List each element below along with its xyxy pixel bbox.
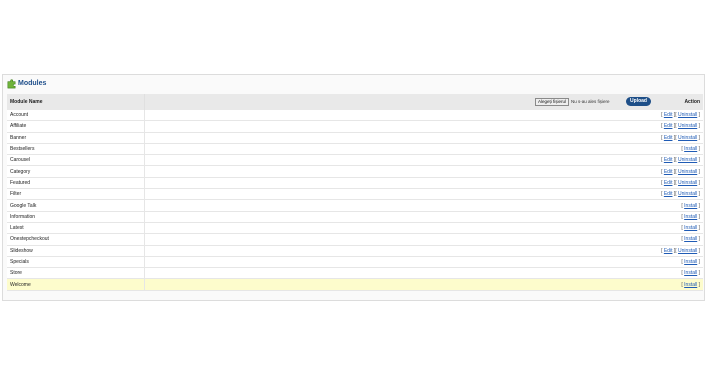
table-row: Banner [ Edit ][ Uninstall ] <box>7 132 703 144</box>
modules-table: Module Name Alegeți fișierul Nu s-au ale… <box>7 94 703 291</box>
module-actions: [ Install ] <box>648 222 703 235</box>
row-spacer <box>144 233 648 246</box>
module-name: Google Talk <box>7 199 145 212</box>
module-actions: [ Install ] <box>648 267 703 280</box>
file-upload-control: Alegeți fișierul Nu s-au ales fișiere <box>535 98 610 106</box>
module-actions: [ Edit ][ Uninstall ] <box>648 154 703 167</box>
install-link[interactable]: Install <box>684 259 697 265</box>
module-name: Onestepcheckout <box>7 233 145 246</box>
table-row: Featured [ Edit ][ Uninstall ] <box>7 177 703 190</box>
choose-file-button[interactable]: Alegeți fișierul <box>535 98 570 106</box>
uninstall-link[interactable]: Uninstall <box>678 248 697 254</box>
module-name: Bestsellers <box>7 143 145 156</box>
table-row: Slideshow [ Edit ][ Uninstall ] <box>7 245 703 257</box>
row-spacer <box>144 188 648 201</box>
module-actions: [ Edit ][ Uninstall ] <box>648 110 703 122</box>
table-row: Store [ Install ] <box>7 267 703 280</box>
panel-title: Modules <box>18 80 47 87</box>
module-name: Welcome <box>7 278 145 291</box>
upload-button[interactable]: Upload <box>626 97 651 106</box>
table-row: Welcome [ Install ] <box>7 278 703 291</box>
module-actions: [ Edit ][ Uninstall ] <box>648 120 703 133</box>
uninstall-link[interactable]: Uninstall <box>678 112 697 118</box>
install-link[interactable]: Install <box>684 270 697 276</box>
table-row: Latest [ Install ] <box>7 222 703 235</box>
module-actions: [ Install ] <box>648 199 703 212</box>
row-spacer <box>144 177 648 190</box>
module-name: Account <box>7 110 145 122</box>
module-name: Featured <box>7 177 145 190</box>
table-row: Affiliate [ Edit ][ Uninstall ] <box>7 120 703 133</box>
module-actions: [ Install ] <box>648 233 703 246</box>
uninstall-link[interactable]: Uninstall <box>678 157 697 163</box>
module-actions: [ Edit ][ Uninstall ] <box>648 177 703 190</box>
table-row: Google Talk [ Install ] <box>7 199 703 212</box>
module-name: Latest <box>7 222 145 235</box>
module-actions: [ Edit ][ Uninstall ] <box>648 132 703 144</box>
puzzle-icon <box>7 79 16 89</box>
install-link[interactable]: Install <box>684 225 697 231</box>
table-row: Bestsellers [ Install ] <box>7 143 703 156</box>
row-spacer <box>144 222 648 235</box>
column-header-module-name: Module Name <box>7 94 145 110</box>
module-name: Information <box>7 211 145 223</box>
module-actions: [ Install ] <box>648 256 703 269</box>
row-spacer <box>144 267 648 280</box>
table-row: Carousel [ Edit ][ Uninstall ] <box>7 154 703 167</box>
table-row: Onestepcheckout [ Install ] <box>7 233 703 246</box>
upload-cell: Alegeți fișierul Nu s-au ales fișiere Up… <box>145 94 651 110</box>
modules-table-body: Account [ Edit ][ Uninstall ] Affiliate [ E… <box>7 110 703 291</box>
column-header-action: Action <box>684 99 700 105</box>
module-actions: [ Install ] <box>648 278 703 291</box>
row-spacer <box>144 143 648 156</box>
module-actions: [ Edit ][ Uninstall ] <box>648 165 703 178</box>
table-row: Account [ Edit ][ Uninstall ] <box>7 110 703 122</box>
install-link[interactable]: Install <box>684 236 697 242</box>
table-row: Information [ Install ] <box>7 211 703 223</box>
uninstall-link[interactable]: Uninstall <box>678 180 697 186</box>
module-name: Store <box>7 267 145 280</box>
uninstall-link[interactable]: Uninstall <box>678 169 697 175</box>
module-name: Category <box>7 165 145 178</box>
module-name: Slideshow <box>7 245 145 257</box>
panel-header: Modules <box>3 75 704 92</box>
module-actions: [ Edit ][ Uninstall ] <box>648 188 703 201</box>
module-name: Affiliate <box>7 120 145 133</box>
row-spacer <box>144 278 648 291</box>
row-spacer <box>144 211 648 223</box>
table-row: Category [ Edit ][ Uninstall ] <box>7 165 703 178</box>
row-spacer <box>144 165 648 178</box>
row-spacer <box>144 199 648 212</box>
install-link[interactable]: Install <box>684 214 697 220</box>
row-spacer <box>144 154 648 167</box>
uninstall-link[interactable]: Uninstall <box>678 135 697 141</box>
row-spacer <box>144 110 648 122</box>
no-file-text: Nu s-au ales fișiere <box>571 99 610 104</box>
row-spacer <box>144 245 648 257</box>
row-spacer <box>144 132 648 144</box>
uninstall-link[interactable]: Uninstall <box>678 191 697 197</box>
uninstall-link[interactable]: Uninstall <box>678 123 697 129</box>
module-name: Banner <box>7 132 145 144</box>
table-header-row: Module Name Alegeți fișierul Nu s-au ale… <box>7 94 703 110</box>
module-actions: [ Edit ][ Uninstall ] <box>648 245 703 257</box>
module-name: Carousel <box>7 154 145 167</box>
module-name: Filter <box>7 188 145 201</box>
install-link[interactable]: Install <box>684 282 697 288</box>
module-actions: [ Install ] <box>648 143 703 156</box>
module-actions: [ Install ] <box>648 211 703 223</box>
install-link[interactable]: Install <box>684 146 697 152</box>
row-spacer <box>144 256 648 269</box>
table-row: Specials [ Install ] <box>7 256 703 269</box>
modules-panel: Modules Module Name Alegeți fișierul Nu … <box>2 74 705 301</box>
install-link[interactable]: Install <box>684 203 697 209</box>
table-row: Filter [ Edit ][ Uninstall ] <box>7 188 703 201</box>
row-spacer <box>144 120 648 133</box>
module-name: Specials <box>7 256 145 269</box>
